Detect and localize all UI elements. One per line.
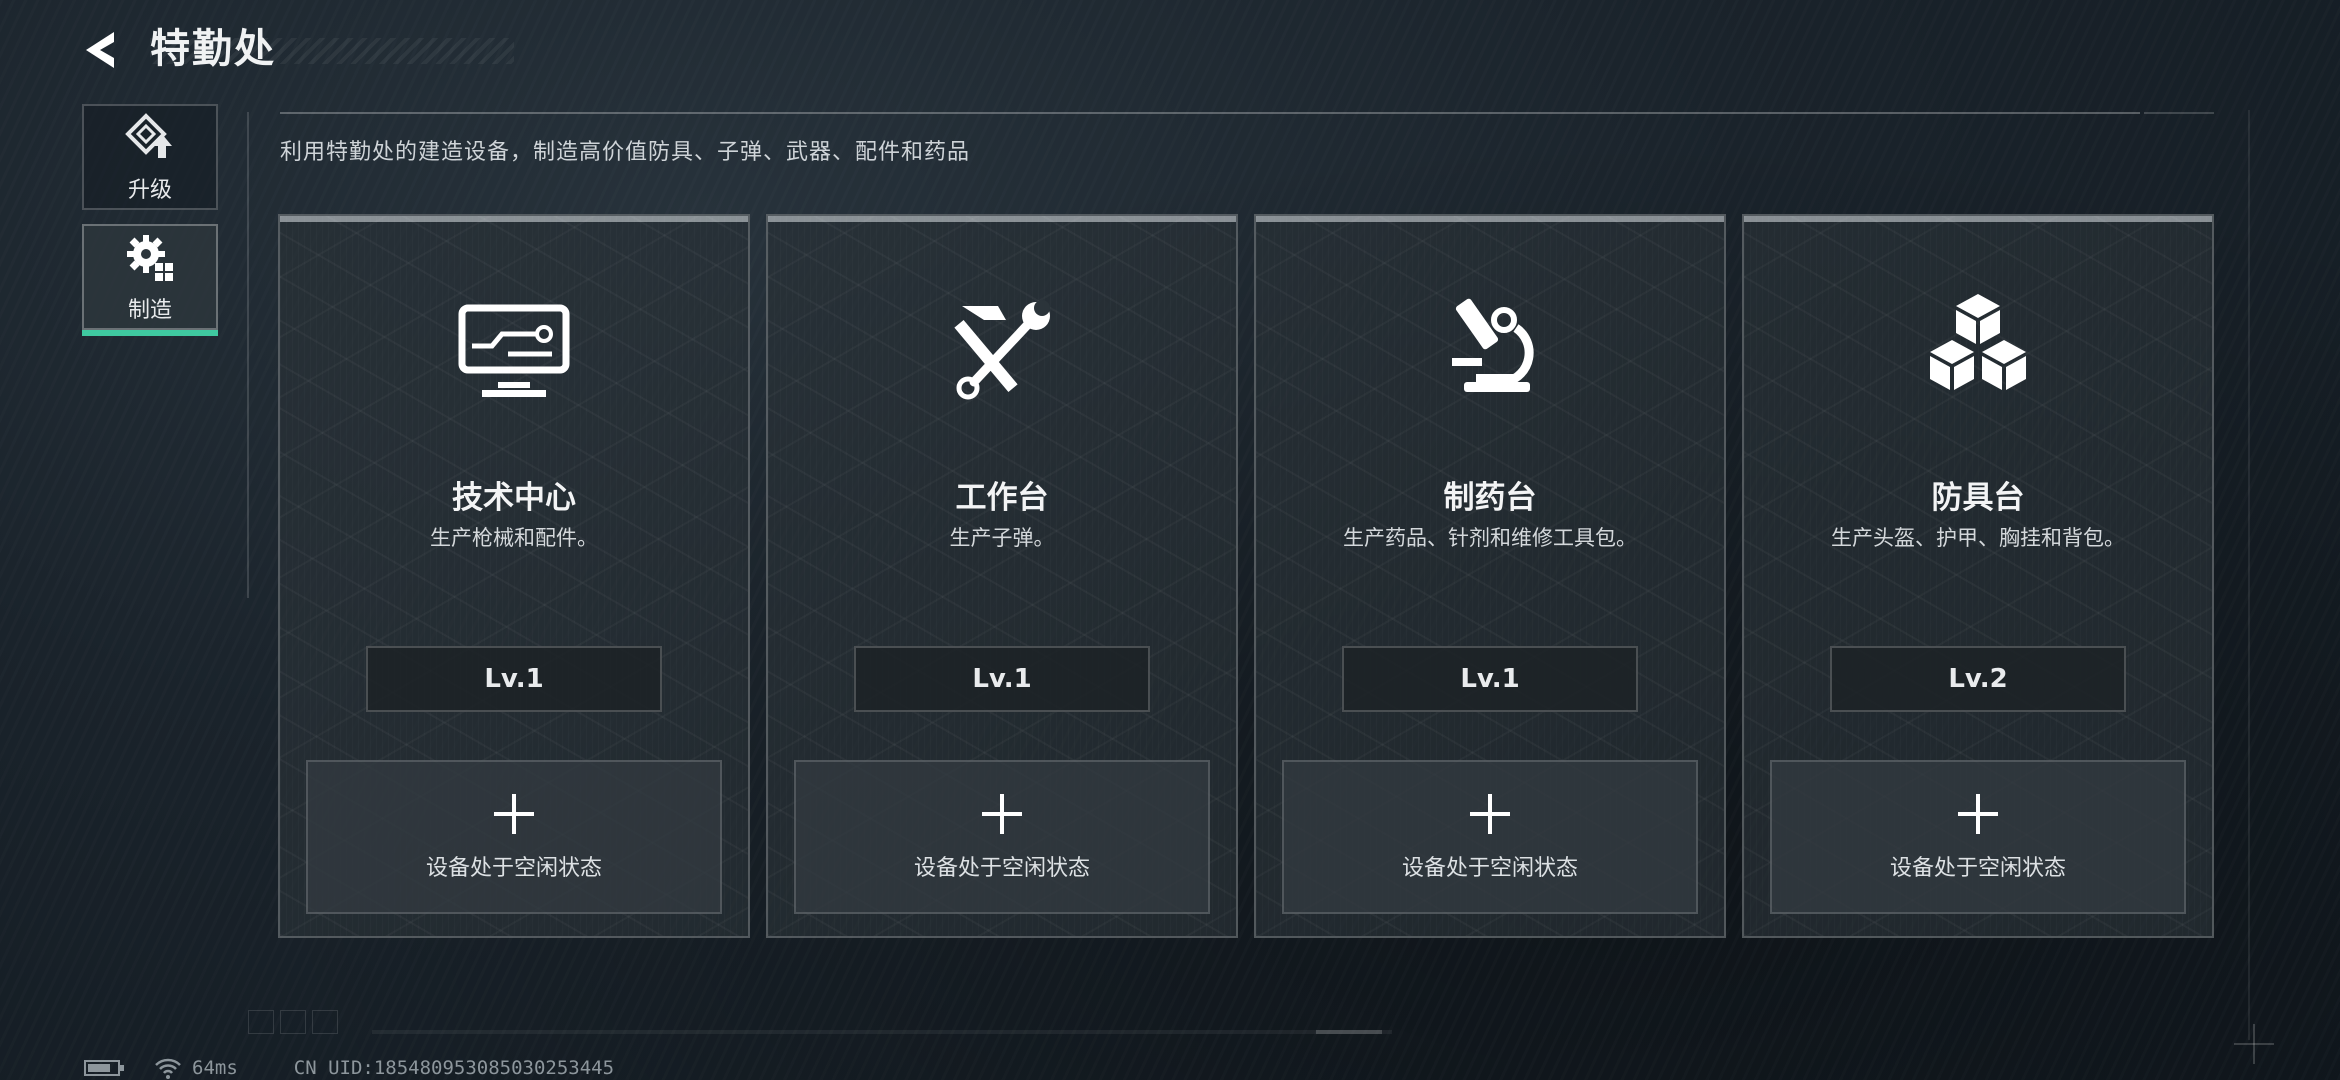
divider [2248,110,2250,1040]
level-badge: Lv.1 [1342,646,1638,712]
card-workbench[interactable]: 工作台 生产子弹。 Lv.1 设备处于空闲状态 [766,214,1238,938]
back-button[interactable] [78,26,126,74]
add-production-button[interactable]: 设备处于空闲状态 [306,760,722,914]
card-description: 生产子弹。 [949,526,1055,550]
divider [372,1030,1392,1034]
card-title: 制药台 [1443,480,1537,516]
card-description: 生产枪械和配件。 [430,526,598,550]
hammer-wrench-icon [954,300,1050,400]
divider [2144,112,2214,114]
plus-icon [494,794,534,834]
decoration-squares [248,1010,338,1034]
back-arrow-icon [86,32,114,68]
card-pharmacy[interactable]: 制药台 生产药品、针剂和维修工具包。 Lv.1 设备处于空闲状态 [1254,214,1726,938]
status-bar: 64ms CN UID:18548095308503025344​5 [84,1056,614,1080]
sidebar-item-label: 制造 [127,298,172,323]
crosshair-decoration [2234,1024,2274,1064]
page-title: 特勤处 [150,26,276,72]
level-badge: Lv.1 [854,646,1150,712]
monitor-icon [458,304,570,397]
sidebar-item-label: 升级 [127,178,172,203]
ping-text: 64ms [192,1057,238,1079]
card-tech-center[interactable]: 技术中心 生产枪械和配件。 Lv.1 设备处于空闲状态 [278,214,750,938]
slot-status-label: 设备处于空闲状态 [1401,856,1578,881]
sidebar-item-upgrade[interactable]: 升级 [82,104,218,210]
level-badge: Lv.2 [1830,646,2126,712]
plus-icon [982,794,1022,834]
user-uid-text: CN UID:18548095308503025344​5 [293,1057,615,1079]
card-title: 技术中心 [452,480,576,516]
microscope-icon [1452,298,1534,392]
card-description: 生产药品、针剂和维修工具包。 [1343,526,1637,550]
card-title: 防具台 [1931,480,2025,516]
page-subtitle: 利用特勤处的建造设备，制造高价值防具、子弹、武器、配件和药品 [280,140,971,165]
card-armor-bench[interactable]: 防具台 生产头盔、护甲、胸挂和背包。 Lv.2 设备处于空闲状态 [1742,214,2214,938]
add-production-button[interactable]: 设备处于空闲状态 [1770,760,2186,914]
level-badge: Lv.1 [366,646,662,712]
divider [1316,1030,1382,1034]
add-production-button[interactable]: 设备处于空闲状态 [1282,760,1698,914]
divider [280,112,2140,114]
card-title: 工作台 [955,480,1049,516]
battery-icon [84,1060,124,1076]
card-description: 生产头盔、护甲、胸挂和背包。 [1831,526,2125,550]
slot-status-label: 设备处于空闲状态 [425,856,602,881]
slot-status-label: 设备处于空闲状态 [913,856,1090,881]
sidebar-item-manufacture[interactable]: 制造 [82,224,218,336]
cubes-icon [1930,294,2026,390]
plus-icon [1470,794,1510,834]
gear-grid-icon [127,235,173,281]
add-production-button[interactable]: 设备处于空闲状态 [794,760,1210,914]
wifi-icon [155,1058,181,1079]
plus-icon [1958,794,1998,834]
upgrade-icon [125,113,172,158]
divider [247,112,249,598]
slot-status-label: 设备处于空闲状态 [1889,856,2066,881]
